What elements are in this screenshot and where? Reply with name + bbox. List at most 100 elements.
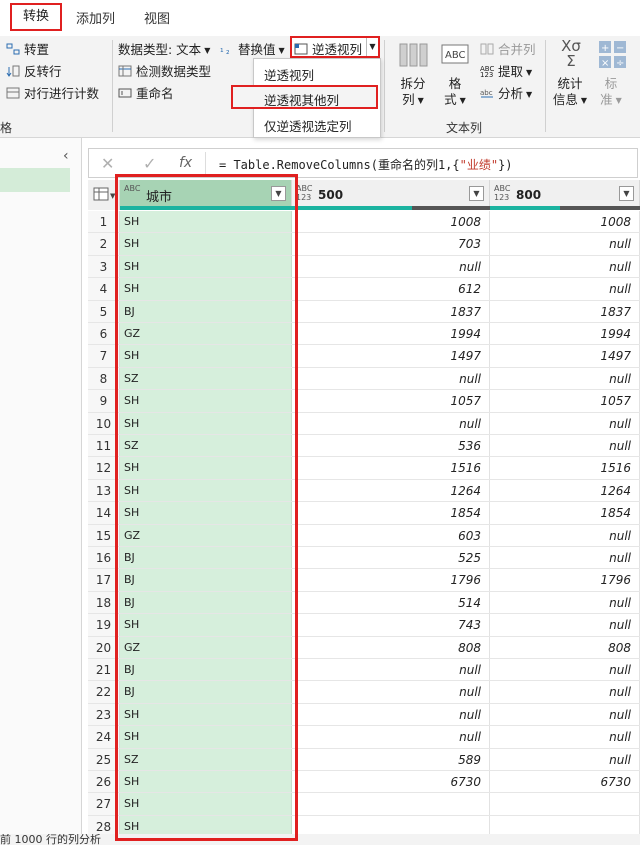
- row-number[interactable]: 14: [88, 502, 120, 524]
- chevron-left-icon[interactable]: ‹: [63, 148, 69, 164]
- table-row[interactable]: 3 SH null null: [88, 255, 640, 279]
- row-number[interactable]: 24: [88, 726, 120, 748]
- table-row[interactable]: 10 SH null null: [88, 412, 640, 435]
- cell-500[interactable]: [292, 793, 490, 815]
- cell-500[interactable]: 808: [292, 636, 490, 658]
- table-row[interactable]: 1 SH 1008 1008: [88, 211, 640, 234]
- cell-500[interactable]: 1837: [292, 300, 490, 322]
- cell-500[interactable]: null: [292, 412, 490, 434]
- cell-800[interactable]: 1008: [490, 211, 640, 233]
- row-number[interactable]: 13: [88, 479, 120, 502]
- row-number[interactable]: 15: [88, 524, 120, 546]
- cell-city[interactable]: BJ: [120, 300, 292, 322]
- cell-800[interactable]: null: [490, 367, 640, 390]
- table-row[interactable]: 22 BJ null null: [88, 681, 640, 704]
- cell-city[interactable]: SZ: [120, 435, 292, 457]
- table-row[interactable]: 19 SH 743 null: [88, 614, 640, 637]
- table-row[interactable]: 12 SH 1516 1516: [88, 457, 640, 480]
- cell-city[interactable]: SH: [120, 390, 292, 412]
- row-number[interactable]: 27: [88, 793, 120, 815]
- column-header-500[interactable]: ABC 123 500 ▼: [292, 180, 490, 210]
- cell-500[interactable]: null: [292, 703, 490, 726]
- table-row[interactable]: 24 SH null null: [88, 726, 640, 749]
- cell-800[interactable]: null: [490, 255, 640, 278]
- column-header-city[interactable]: ABC 城市 ▼: [120, 180, 292, 210]
- table-menu-button[interactable]: ▼: [88, 180, 120, 210]
- text-type-icon[interactable]: ABC: [124, 184, 140, 193]
- cell-800[interactable]: 6730: [490, 771, 640, 793]
- tab-transform[interactable]: 转换: [10, 3, 62, 31]
- filter-dropdown-icon[interactable]: ▼: [271, 186, 286, 201]
- cell-500[interactable]: 703: [292, 233, 490, 255]
- table-row[interactable]: 4 SH 612 null: [88, 278, 640, 301]
- formula-input[interactable]: = Table.RemoveColumns(重命名的列1,{"业绩"}): [219, 156, 513, 173]
- row-number[interactable]: 7: [88, 345, 120, 367]
- row-number[interactable]: 21: [88, 659, 120, 681]
- reverse-rows-button[interactable]: 反转行: [6, 61, 62, 80]
- cell-800[interactable]: 1497: [490, 345, 640, 367]
- table-row[interactable]: 17 BJ 1796 1796: [88, 569, 640, 592]
- row-number[interactable]: 19: [88, 614, 120, 636]
- replace-values-button[interactable]: ₁₂ 替换值 ▼: [220, 39, 285, 58]
- cell-800[interactable]: 1516: [490, 457, 640, 479]
- table-row[interactable]: 14 SH 1854 1854: [88, 502, 640, 525]
- table-row[interactable]: 18 BJ 514 null: [88, 591, 640, 615]
- chevron-down-icon[interactable]: ▼: [366, 38, 378, 56]
- unpivot-columns-dropdown[interactable]: 逆透视列 ▼: [290, 36, 380, 58]
- fx-icon[interactable]: fx: [179, 155, 192, 171]
- cell-800[interactable]: null: [490, 659, 640, 681]
- cell-city[interactable]: GZ: [120, 323, 292, 345]
- cell-city[interactable]: SH: [120, 726, 292, 748]
- row-number[interactable]: 1: [88, 211, 120, 233]
- rename-button[interactable]: 重命名: [118, 83, 174, 102]
- cell-city[interactable]: SH: [120, 345, 292, 367]
- cell-city[interactable]: SH: [120, 479, 292, 502]
- cell-500[interactable]: 1008: [292, 211, 490, 233]
- menu-item-unpivot-columns[interactable]: 逆透视列: [264, 65, 314, 84]
- cell-city[interactable]: SH: [120, 233, 292, 255]
- cell-city[interactable]: SH: [120, 771, 292, 793]
- table-row[interactable]: 5 BJ 1837 1837: [88, 300, 640, 323]
- cell-500[interactable]: 603: [292, 524, 490, 546]
- cell-500[interactable]: 589: [292, 748, 490, 770]
- data-type-dropdown[interactable]: 数据类型: 文本 ▼: [118, 39, 210, 58]
- row-number[interactable]: 12: [88, 457, 120, 479]
- table-row[interactable]: 11 SZ 536 null: [88, 435, 640, 458]
- row-number[interactable]: 22: [88, 681, 120, 703]
- tab-add-column[interactable]: 添加列: [76, 8, 115, 27]
- row-number[interactable]: 4: [88, 278, 120, 300]
- table-row[interactable]: 6 GZ 1994 1994: [88, 323, 640, 346]
- cell-500[interactable]: 1516: [292, 457, 490, 479]
- any-type-icon[interactable]: ABC 123: [296, 184, 316, 202]
- cell-800[interactable]: 1264: [490, 479, 640, 502]
- row-number[interactable]: 3: [88, 255, 120, 278]
- cell-city[interactable]: SH: [120, 211, 292, 233]
- selected-query-item[interactable]: [0, 168, 70, 192]
- cell-city[interactable]: SH: [120, 457, 292, 479]
- cell-500[interactable]: 1057: [292, 390, 490, 412]
- table-row[interactable]: 20 GZ 808 808: [88, 636, 640, 659]
- cell-500[interactable]: 1264: [292, 479, 490, 502]
- cell-800[interactable]: null: [490, 703, 640, 726]
- cell-800[interactable]: 1854: [490, 502, 640, 524]
- cell-500[interactable]: 536: [292, 435, 490, 457]
- cell-500[interactable]: 514: [292, 591, 490, 614]
- cell-800[interactable]: null: [490, 748, 640, 770]
- table-row[interactable]: 23 SH null null: [88, 703, 640, 727]
- transpose-button[interactable]: 转置: [6, 39, 49, 58]
- cell-800[interactable]: null: [490, 435, 640, 457]
- cell-city[interactable]: GZ: [120, 524, 292, 546]
- cell-city[interactable]: GZ: [120, 636, 292, 658]
- cell-800[interactable]: 1837: [490, 300, 640, 322]
- table-row[interactable]: 21 BJ null null: [88, 659, 640, 682]
- row-number[interactable]: 6: [88, 323, 120, 345]
- row-number[interactable]: 17: [88, 569, 120, 591]
- cell-500[interactable]: null: [292, 726, 490, 748]
- menu-item-unpivot-other-columns[interactable]: 逆透视其他列: [264, 90, 339, 109]
- row-number[interactable]: 5: [88, 300, 120, 322]
- row-number[interactable]: 23: [88, 703, 120, 726]
- cell-500[interactable]: 612: [292, 278, 490, 300]
- cell-500[interactable]: null: [292, 367, 490, 390]
- check-icon[interactable]: ✓: [143, 154, 156, 173]
- cell-city[interactable]: SH: [120, 703, 292, 726]
